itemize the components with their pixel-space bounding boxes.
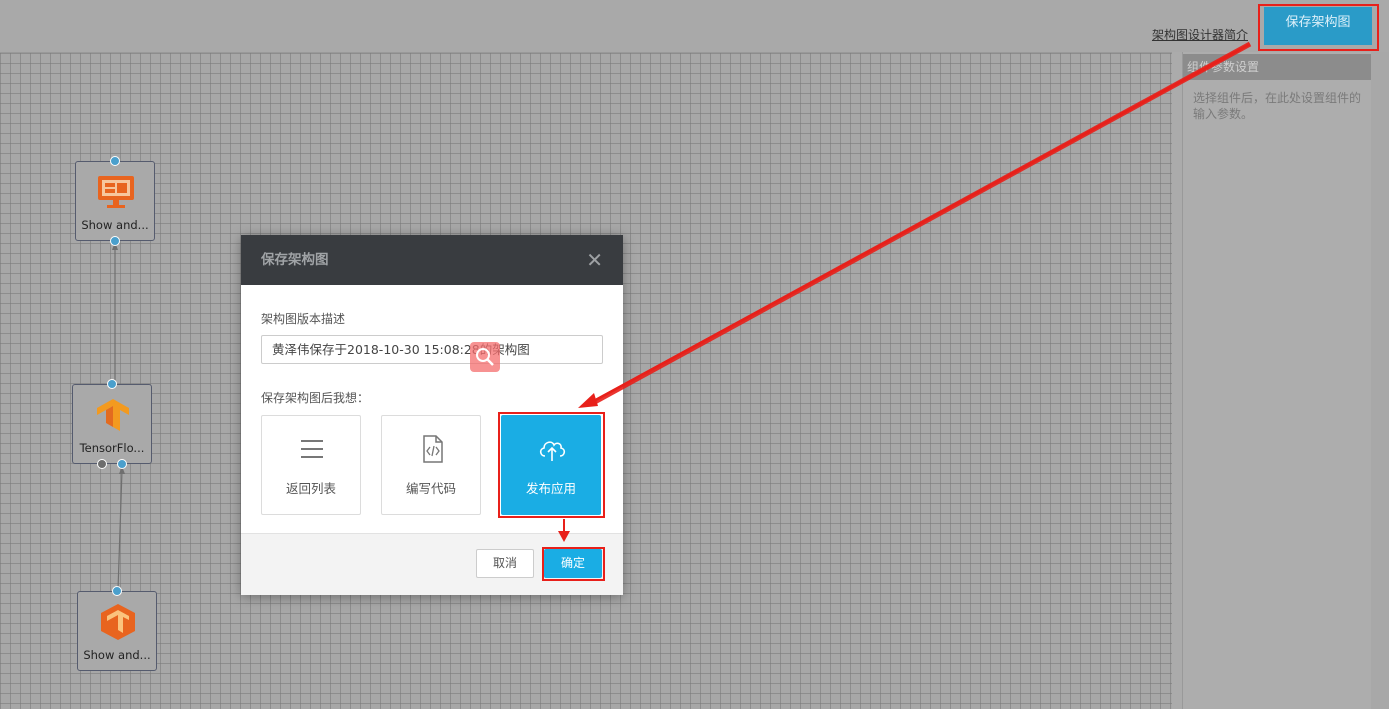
dialog-title: 保存架构图 [261,252,329,268]
output-port-secondary[interactable] [97,459,107,469]
tensorflow-icon [97,399,129,431]
save-diagram-dialog: 保存架构图 ✕ 架构图版本描述 黄泽伟保存于2018-10-30 15:08:2… [241,235,623,595]
code-file-icon [423,435,443,463]
node-label: Show and... [83,648,151,662]
search-icon [470,342,500,372]
output-port[interactable] [110,236,120,246]
tensorflow-hex-icon [101,604,135,640]
option-label: 发布应用 [525,481,576,496]
confirm-button[interactable]: 确定 [544,549,602,578]
output-port[interactable] [117,459,127,469]
dialog-footer: 取消 确定 [241,533,623,595]
panel-hint-text: 选择组件后，在此处设置组件的输入参数。 [1193,91,1362,121]
component-params-panel: 组件参数设置 选择组件后，在此处设置组件的输入参数。 [1182,52,1371,709]
option-publish-app[interactable]: 发布应用 [501,415,601,515]
option-write-code[interactable]: 编写代码 [381,415,481,515]
designer-intro-link[interactable]: 架构图设计器简介 [1152,26,1248,43]
option-back-to-list[interactable]: 返回列表 [261,415,361,515]
version-desc-input[interactable]: 黄泽伟保存于2018-10-30 15:08:28的架构图 [261,335,603,364]
after-save-label: 保存架构图后我想： [261,391,370,405]
panel-title: 组件参数设置 [1183,54,1371,80]
monitor-icon [98,176,134,208]
input-port[interactable] [107,379,117,389]
panel-divider [1172,52,1182,709]
dialog-header: 保存架构图 ✕ [241,235,623,285]
canvas-node-show-and-tell-1[interactable]: Show and... [75,156,155,246]
option-label: 返回列表 [285,481,336,496]
version-desc-label: 架构图版本描述 [261,312,346,326]
save-diagram-button[interactable]: 保存架构图 [1264,7,1372,45]
node-label: Show and... [81,218,149,232]
cancel-button[interactable]: 取消 [476,549,534,578]
input-port[interactable] [112,586,122,596]
cloud-upload-icon [539,441,566,461]
list-icon [301,440,323,458]
input-port[interactable] [110,156,120,166]
top-toolbar: 架构图设计器简介 保存架构图 [0,0,1389,52]
node-label: TensorFlo... [79,441,145,455]
canvas-node-show-and-tell-2[interactable]: Show and... [77,586,157,671]
option-label: 编写代码 [405,481,456,496]
close-icon[interactable]: ✕ [586,235,603,285]
canvas-node-tensorflow[interactable]: TensorFlo... [72,379,152,469]
